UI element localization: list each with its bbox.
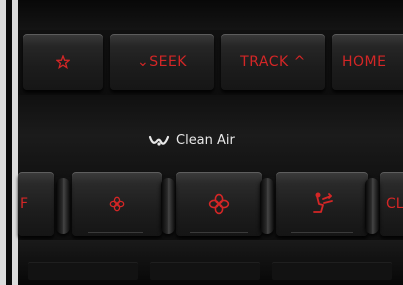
star-icon xyxy=(56,55,70,69)
bottom-slot-1 xyxy=(28,262,138,280)
fan-high-button[interactable] xyxy=(176,172,262,236)
top-trim xyxy=(18,0,403,30)
seek-label: ⌄SEEK xyxy=(137,54,187,70)
track-label: TRACK ^ xyxy=(240,54,306,70)
clean-air-label: Clean Air xyxy=(176,133,235,148)
media-button-row: ⌄SEEK TRACK ^ HOME xyxy=(18,34,403,92)
console-panel: ⌄SEEK TRACK ^ HOME Clean Air F CL xyxy=(18,0,403,285)
divider-knob-1 xyxy=(56,178,70,234)
bezel-left-shadow xyxy=(6,0,12,285)
seat-airflow-icon xyxy=(313,192,333,213)
clean-air-icon xyxy=(148,135,170,146)
partial-right-button[interactable]: CL xyxy=(380,172,403,236)
divider-knob-4 xyxy=(365,178,379,234)
partial-left-label: F xyxy=(20,196,29,212)
divider-knob-2 xyxy=(161,178,175,234)
bottom-slot-3 xyxy=(272,262,392,280)
seek-button[interactable]: ⌄SEEK xyxy=(110,34,214,90)
home-label: HOME xyxy=(342,54,387,70)
fan-low-underline xyxy=(88,232,143,233)
clean-air-indicator: Clean Air xyxy=(148,133,235,148)
seat-airflow-underline xyxy=(291,232,353,233)
fan-low-icon xyxy=(109,196,125,212)
partial-right-label: CL xyxy=(386,196,403,212)
partial-left-button[interactable]: F xyxy=(18,172,54,236)
divider-knob-3 xyxy=(260,178,274,234)
fan-low-button[interactable] xyxy=(72,172,162,236)
fan-high-icon xyxy=(208,193,230,215)
climate-button-row: F CL xyxy=(18,172,403,240)
fan-high-underline xyxy=(190,232,248,233)
seat-airflow-button[interactable] xyxy=(276,172,368,236)
bottom-slot-2 xyxy=(150,262,260,280)
home-button[interactable]: HOME xyxy=(332,34,403,90)
bezel-left xyxy=(0,0,18,285)
favorite-button[interactable] xyxy=(23,34,103,90)
track-button[interactable]: TRACK ^ xyxy=(221,34,325,90)
